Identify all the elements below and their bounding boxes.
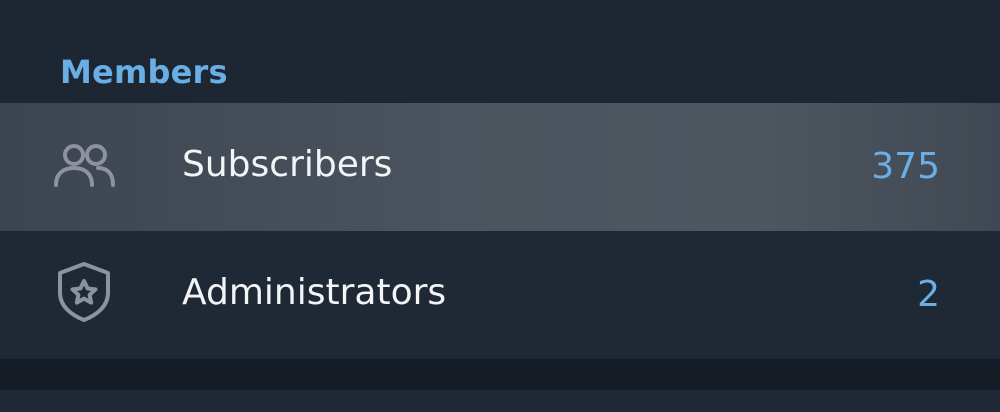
members-section-header: Members bbox=[0, 0, 1000, 103]
administrators-count: 2 bbox=[917, 274, 940, 315]
shield-star-icon bbox=[52, 259, 116, 323]
members-screen: Members Subscribers 375 Administrators 2 bbox=[0, 0, 1000, 412]
administrators-row[interactable]: Administrators 2 bbox=[0, 231, 1000, 359]
section-divider bbox=[0, 359, 1000, 390]
section-title: Members bbox=[60, 53, 228, 91]
subscribers-label: Subscribers bbox=[182, 144, 393, 185]
subscribers-row[interactable]: Subscribers 375 bbox=[0, 103, 1000, 231]
people-icon bbox=[52, 135, 116, 199]
subscribers-count: 375 bbox=[871, 146, 940, 187]
administrators-label: Administrators bbox=[182, 272, 447, 313]
next-section-edge bbox=[0, 390, 1000, 412]
